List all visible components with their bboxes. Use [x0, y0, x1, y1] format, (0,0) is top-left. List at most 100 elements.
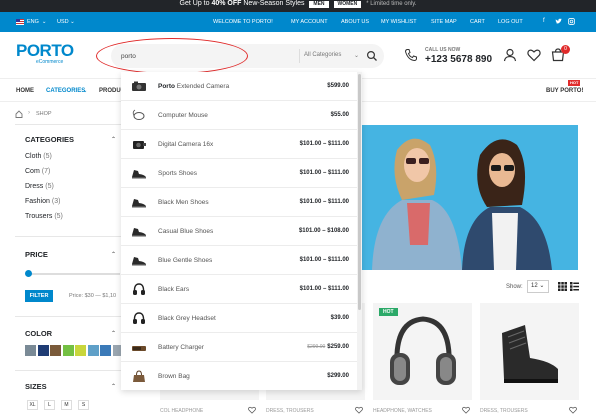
user-icon[interactable]: [503, 48, 517, 62]
heart-icon[interactable]: [527, 48, 541, 62]
size-option[interactable]: M: [61, 400, 72, 410]
chevron-down-icon: ⌄: [354, 53, 360, 59]
search-result-item[interactable]: Battery Charger $299.00 $259.00: [121, 333, 357, 362]
facebook-icon[interactable]: f: [543, 18, 545, 24]
twitter-icon[interactable]: [555, 18, 562, 25]
search-result-text: Digital Camera 16x: [158, 141, 214, 148]
my-account-link[interactable]: MY ACCOUNT: [291, 19, 328, 25]
search-result-item[interactable]: Blue Gentle Shoes $101.00 – $111.00: [121, 246, 357, 275]
headphones-icon: [133, 312, 145, 324]
search-result-price: $101.00 – $111.00: [300, 257, 349, 263]
logo-subtitle: eCommerce: [36, 59, 64, 65]
list-view-icon[interactable]: [570, 282, 579, 291]
search-result-name: Battery Charger: [158, 344, 204, 351]
my-wishlist-link[interactable]: MY WISHLIST: [381, 19, 417, 25]
log-out-link[interactable]: LOG OUT: [498, 19, 523, 25]
site-logo[interactable]: PORTO: [16, 42, 74, 59]
price-slider-handle[interactable]: [25, 270, 32, 277]
promo-lead: Get Up to: [179, 0, 210, 7]
search-result-text: Sports Shoes: [158, 170, 198, 177]
color-title[interactable]: COLOR: [25, 329, 52, 338]
search-category-select[interactable]: All Categories: [304, 52, 341, 58]
current-price: $55.00: [330, 112, 349, 118]
chevron-up-icon[interactable]: ⌃: [111, 251, 116, 258]
category-item[interactable]: Fashion (3): [25, 198, 60, 205]
search-result-text: Battery Charger: [158, 344, 204, 351]
shoe-icon: [132, 170, 146, 179]
color-swatch[interactable]: [50, 345, 61, 356]
color-swatch[interactable]: [25, 345, 36, 356]
product-category[interactable]: HEADPHONE, WATCHES: [373, 408, 432, 414]
wishlist-heart-icon[interactable]: [248, 406, 256, 414]
product-category[interactable]: COL HEADPHONE: [160, 408, 203, 414]
wishlist-heart-icon[interactable]: [355, 406, 363, 414]
search-icon[interactable]: [366, 50, 378, 62]
wishlist-heart-icon[interactable]: [462, 406, 470, 414]
home-icon[interactable]: [15, 110, 23, 118]
hero-banner[interactable]: [362, 125, 578, 270]
cart-link[interactable]: CART: [470, 19, 485, 25]
product-card[interactable]: [480, 303, 579, 400]
color-swatch[interactable]: [37, 345, 49, 356]
category-item[interactable]: Trousers (5): [25, 213, 63, 220]
search-result-item[interactable]: Computer Mouse $55.00: [121, 101, 357, 130]
search-result-item[interactable]: Black Grey Headset $39.00: [121, 304, 357, 333]
digital-camera-icon: [133, 141, 146, 149]
size-option[interactable]: S: [78, 400, 89, 410]
product-card[interactable]: [373, 303, 472, 400]
chevron-up-icon[interactable]: ⌃: [111, 330, 116, 337]
nav-item-categories[interactable]: CATEGORIES: [46, 88, 85, 94]
search-result-item[interactable]: Black Ears $101.00 – $111.00: [121, 275, 357, 304]
color-swatch[interactable]: [62, 345, 74, 356]
chevron-up-icon[interactable]: ⌃: [111, 383, 116, 390]
price-slider-track[interactable]: [28, 273, 120, 275]
currency-selector[interactable]: USD ⌄: [57, 19, 75, 25]
search-result-item[interactable]: Casual Blue Shoes $101.00 – $108.00: [121, 217, 357, 246]
search-result-item[interactable]: Porto Extended Camera $599.00: [121, 72, 357, 101]
categories-title[interactable]: CATEGORIES: [25, 135, 74, 144]
category-item[interactable]: Dress (5): [25, 183, 54, 190]
breadcrumb-current[interactable]: SHOP: [36, 111, 52, 117]
dropdown-scrollbar[interactable]: [357, 72, 362, 390]
search-result-item[interactable]: Black Men Shoes $101.00 – $111.00: [121, 188, 357, 217]
search-result-text: Computer Mouse: [158, 112, 208, 119]
search-result-name: Computer Mouse: [158, 112, 208, 119]
category-item[interactable]: Cloth (5): [25, 153, 52, 160]
scrollbar-thumb[interactable]: [358, 74, 361, 310]
language-selector[interactable]: ENG ⌄: [16, 19, 47, 25]
size-option[interactable]: L: [44, 400, 55, 410]
search-divider: [299, 49, 300, 63]
price-title[interactable]: PRICE: [25, 250, 48, 259]
search-result-item[interactable]: Sports Shoes $101.00 – $111.00: [121, 159, 357, 188]
search-result-item[interactable]: Brown Bag $299.00: [121, 362, 357, 390]
category-item[interactable]: Com (7): [25, 168, 50, 175]
search-result-item[interactable]: Digital Camera 16x $101.00 – $111.00: [121, 130, 357, 159]
grid-view-icon[interactable]: [558, 282, 567, 291]
promo-men-button[interactable]: MEN: [309, 1, 329, 8]
promo-women-button[interactable]: WOMEN: [333, 1, 362, 8]
search-result-name: Black Men Shoes: [158, 199, 209, 206]
nav-buy-porto-link[interactable]: BUY PORTO!: [546, 88, 583, 94]
chevron-up-icon[interactable]: ⌃: [111, 136, 116, 143]
search-result-text: Extended Camera: [174, 83, 230, 90]
phone-icon: [404, 49, 417, 62]
product-category[interactable]: DRESS, TROUSERS: [266, 408, 314, 414]
per-page-select[interactable]: 12 ⌄: [527, 280, 549, 293]
product-category[interactable]: DRESS, TROUSERS: [480, 408, 528, 414]
current-price: $101.00 – $108.00: [298, 228, 349, 234]
phone-number[interactable]: +123 5678 890: [425, 54, 492, 65]
site-map-link[interactable]: SITE MAP: [431, 19, 457, 25]
search-result-name: Casual Blue Shoes: [158, 228, 213, 235]
nav-item-home[interactable]: HOME: [16, 88, 34, 94]
wishlist-heart-icon[interactable]: [569, 406, 577, 414]
sizes-title[interactable]: SIZES: [25, 382, 47, 391]
instagram-icon[interactable]: [568, 18, 575, 25]
color-swatch[interactable]: [100, 345, 111, 356]
filter-button[interactable]: FILTER: [25, 290, 53, 302]
search-result-text: Black Men Shoes: [158, 199, 209, 206]
current-price: $101.00 – $111.00: [299, 170, 349, 176]
about-us-link[interactable]: ABOUT US: [341, 19, 369, 25]
color-swatch[interactable]: [75, 345, 86, 356]
size-option[interactable]: XL: [27, 400, 38, 410]
color-swatch[interactable]: [87, 345, 99, 356]
